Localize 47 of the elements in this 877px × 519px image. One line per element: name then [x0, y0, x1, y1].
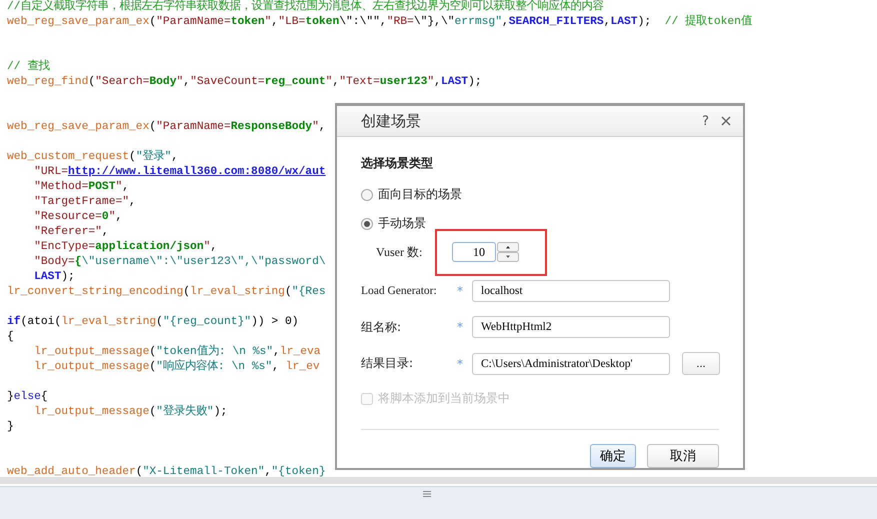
radio-label: 手动场景 — [378, 215, 426, 232]
code-line: lr_output_message("token值为: \n %s",lr_eva — [33, 345, 321, 359]
text-field[interactable]: localhost — [472, 280, 670, 302]
code-line: lr_convert_string_encoding(lr_eval_string("{Res — [7, 285, 326, 300]
code-line: web_reg_find("Search=Body","SaveCount=reg_count","Text=user123",LAST); — [7, 75, 482, 90]
code-line: "Body={\"username\":\"user123\",\"password\ — [33, 255, 326, 270]
browse-button[interactable]: ... — [682, 352, 720, 375]
radio-button[interactable] — [361, 188, 373, 200]
code-line: web_reg_save_param_ex("ParamName=ResponseBody", — [7, 120, 326, 135]
code-line: { — [7, 330, 14, 345]
code-line: web_add_auto_header("X-Litemall-Token","{token} — [7, 465, 326, 477]
text-field[interactable]: WebHttpHtml2 — [472, 316, 670, 338]
code-line: "Referer=", — [33, 225, 109, 240]
field-label: 结果目录: — [361, 355, 414, 372]
field-label: 组名称: — [361, 318, 402, 336]
code-line: lr_output_message("响应内容体: \n %s", lr_ev — [33, 360, 320, 375]
radio-button[interactable] — [361, 218, 373, 230]
grip-icon[interactable] — [422, 491, 430, 497]
code-line: "Resource=0", — [33, 210, 122, 225]
text-field[interactable]: C:\Users\Administrator\Desktop' — [472, 352, 670, 374]
code-line: "EncType=application/json", — [33, 240, 218, 255]
code-line: "TargetFrame=", — [33, 195, 136, 210]
radio-label: 面向目标的场景 — [378, 186, 462, 203]
code-comment: // 查找 — [7, 60, 50, 75]
spinner-arrows-icon[interactable] — [497, 242, 519, 262]
code-line: "Method=POST", — [33, 180, 130, 195]
help-button[interactable]: ? — [702, 114, 709, 128]
section-title: 选择场景类型 — [361, 155, 434, 172]
code-line: "URL=http://www.litemall360.com:8080/wx/aut — [33, 165, 326, 180]
code-line: LAST); — [33, 270, 75, 285]
cancel-button[interactable]: 取消 — [647, 444, 719, 468]
code-line: } — [7, 420, 14, 435]
vuser-label: Vuser 数: — [376, 244, 424, 260]
required-mark: * — [457, 320, 464, 334]
required-mark: * — [457, 356, 464, 370]
close-icon[interactable] — [721, 116, 731, 126]
code-line: web_reg_save_param_ex("ParamName=token","LB=token\":\"","RB=\"},\"errmsg",SEARCH_FILTERS,LAST); // 提取token值 — [7, 15, 752, 30]
ok-button[interactable]: 确定 — [590, 444, 636, 468]
checkbox-label: 将脚本添加到当前场景中 — [378, 390, 510, 407]
code-line: if(atoi(lr_eval_string("{reg_count}")) > 0) — [7, 315, 299, 330]
code-line: web_custom_request("登录", — [7, 150, 178, 165]
required-mark: * — [457, 284, 464, 298]
dialog-title: 创建场景 — [361, 112, 422, 130]
vuser-count-field[interactable]: 10 — [452, 242, 496, 262]
field-label: Load Generator: — [361, 285, 438, 297]
code-line: lr_output_message("登录失败"); — [33, 405, 228, 420]
code-line: }else{ — [7, 390, 48, 405]
